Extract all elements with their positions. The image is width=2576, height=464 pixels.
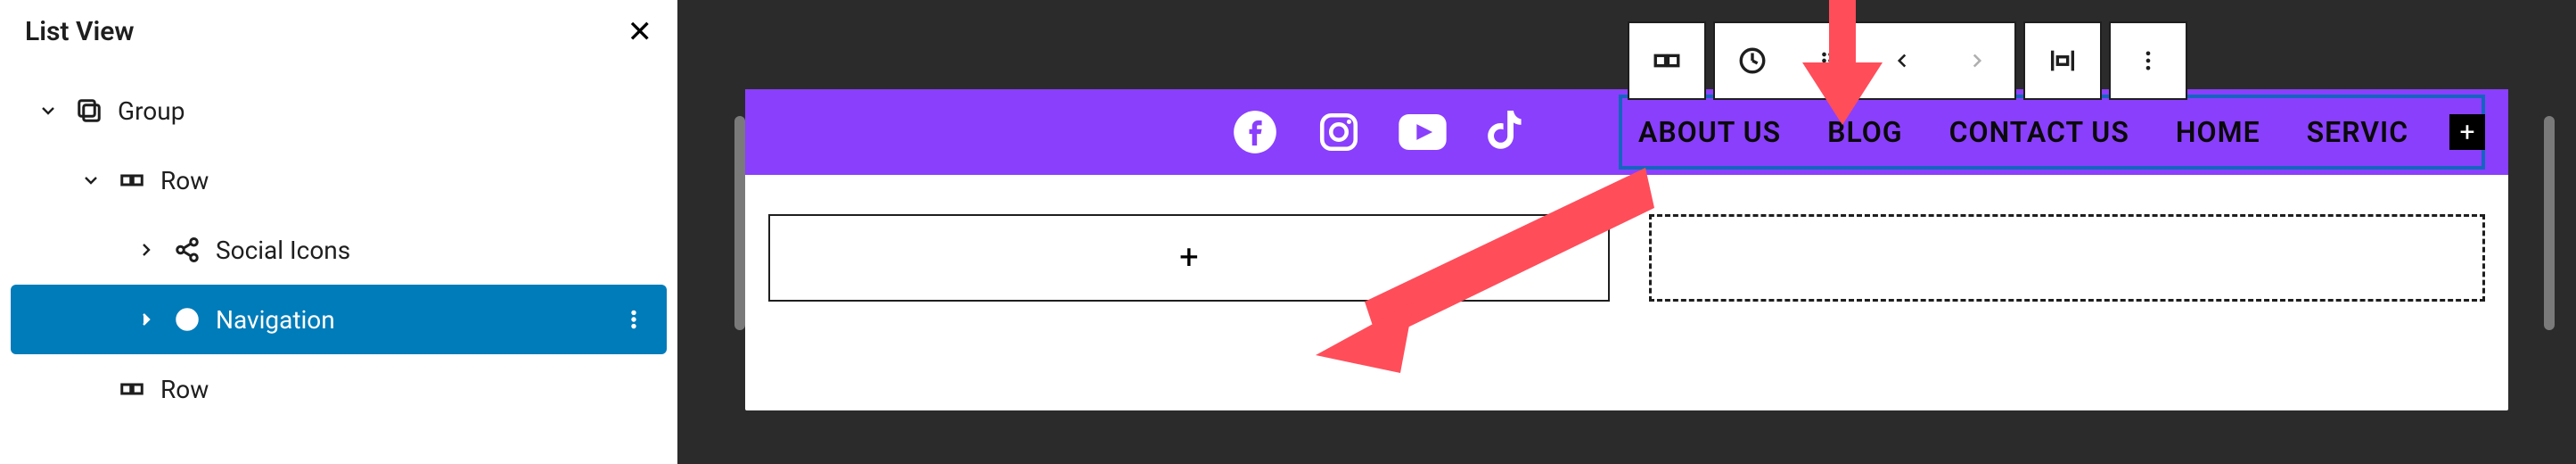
more-icon[interactable] [622,308,645,331]
block-toolbar [1628,21,2187,100]
page-preview: ABOUT US BLOG CONTACT US HOME SERVIC + + [745,89,2508,410]
annotation-arrow-diagonal [1316,168,1654,373]
nav-item[interactable]: CONTACT US [1949,115,2129,149]
group-icon [70,97,109,124]
toolbar-align-icon[interactable] [2025,23,2100,98]
close-icon[interactable]: ✕ [628,17,653,47]
chevron-right-icon[interactable] [125,309,168,330]
add-nav-item-button[interactable]: + [2449,114,2485,150]
empty-block-placeholder[interactable] [1649,214,2485,302]
list-view-header: List View ✕ [0,0,677,76]
navigation-icon [168,306,207,333]
nav-item[interactable]: ABOUT US [1638,115,1781,149]
navigation-block[interactable]: ABOUT US BLOG CONTACT US HOME SERVIC + [1619,95,2485,170]
facebook-icon[interactable] [1230,107,1280,157]
nav-item[interactable]: SERVIC [2307,115,2409,149]
tree-item-row-2[interactable]: Row [11,354,667,424]
header-row[interactable]: ABOUT US BLOG CONTACT US HOME SERVIC + [745,89,2508,175]
tree-item-group[interactable]: Group [11,76,667,145]
list-view-title: List View [25,16,135,47]
chevron-down-icon[interactable] [27,100,70,121]
toolbar-row-icon[interactable] [1629,23,1704,98]
scrollbar-right[interactable] [2544,116,2555,330]
tree-item-label: Navigation [207,305,335,335]
instagram-icon[interactable] [1314,107,1364,157]
tree-item-row[interactable]: Row [11,145,667,215]
tree-item-label: Row [152,375,209,404]
row-icon [112,376,152,402]
tiktok-icon[interactable] [1481,107,1531,157]
chevron-right-icon[interactable] [125,239,168,261]
toolbar-more-icon[interactable] [2111,23,2186,98]
youtube-icon[interactable] [1398,107,1448,157]
scrollbar-left[interactable] [734,116,745,330]
row-icon [112,167,152,194]
toolbar-navigation-icon[interactable] [1715,23,1790,98]
nav-item[interactable]: HOME [2176,115,2260,149]
tree-item-label: Social Icons [207,236,350,265]
share-icon [168,236,207,263]
tree-item-label: Row [152,166,209,195]
editor-canvas: ABOUT US BLOG CONTACT US HOME SERVIC + + [677,0,2576,464]
annotation-arrow-down [1802,0,1883,125]
list-view-panel: List View ✕ Group Row [0,0,677,464]
tree-item-social-icons[interactable]: Social Icons [11,215,667,285]
toolbar-move-right-icon[interactable] [1940,23,2014,98]
chevron-down-icon[interactable] [70,170,112,191]
social-icons-block[interactable] [1230,107,1531,157]
tree-item-navigation[interactable]: Navigation [11,285,667,354]
block-tree: Group Row Social Icons [0,76,677,424]
tree-item-label: Group [109,96,185,126]
